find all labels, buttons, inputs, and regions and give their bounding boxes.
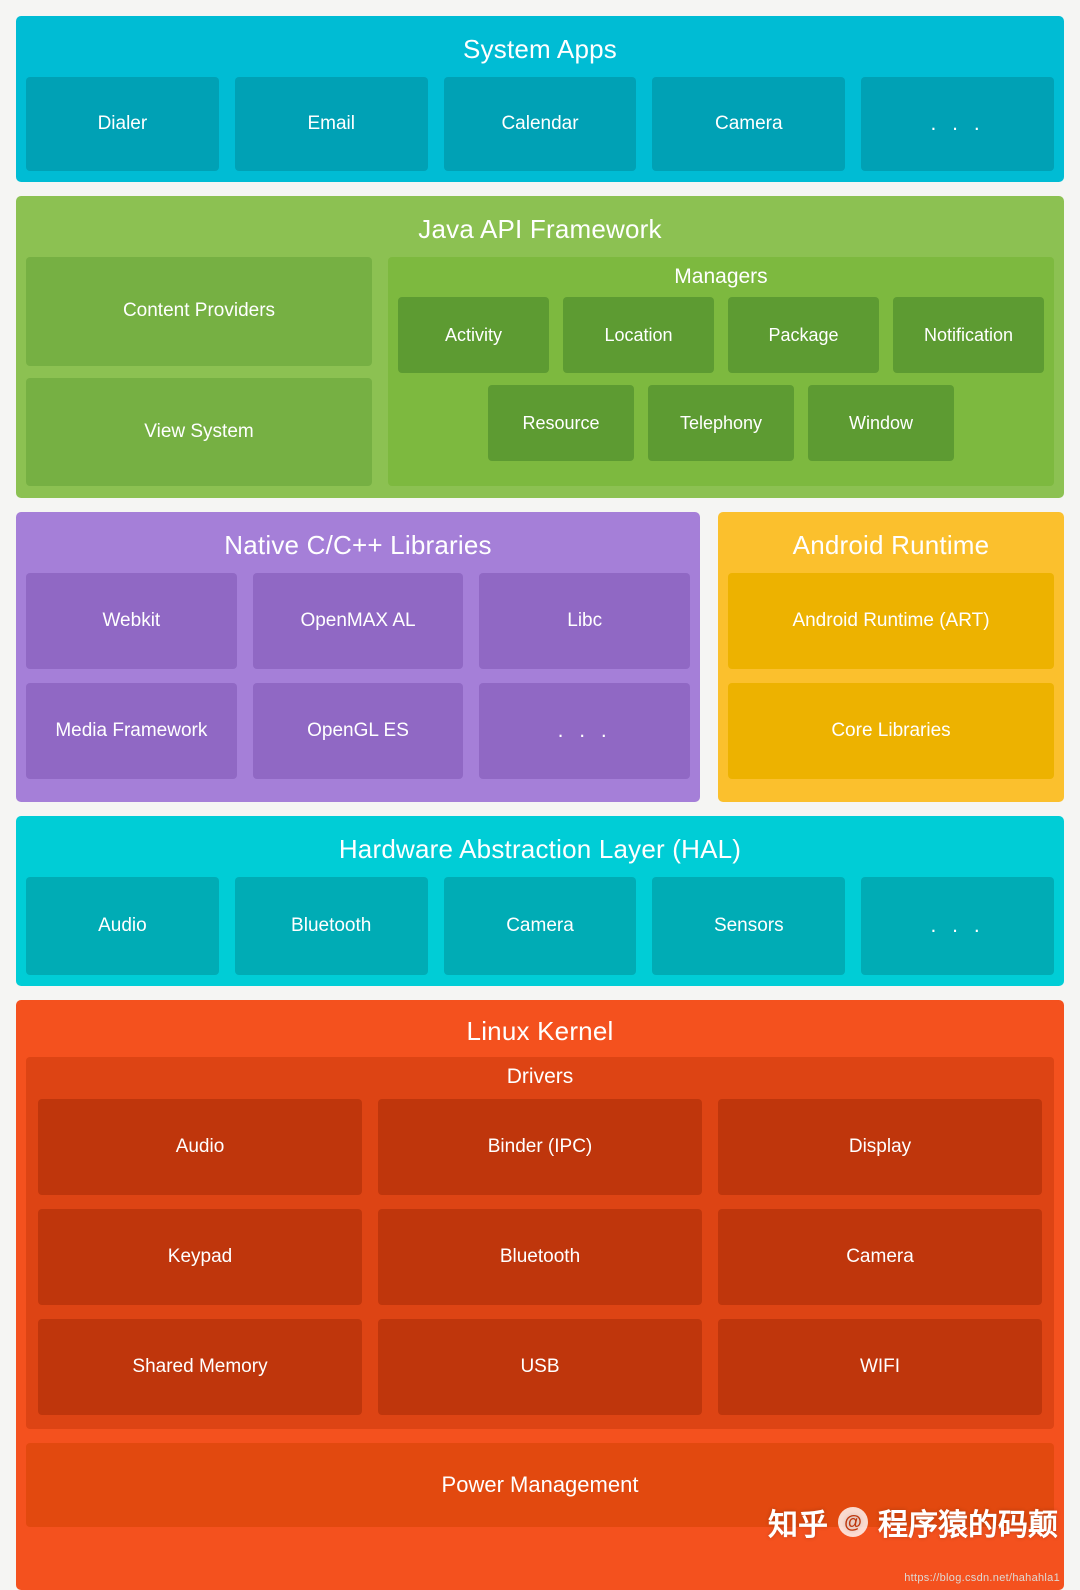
- managers-row-1: Activity Location Package Notification: [398, 297, 1044, 373]
- driver-audio[interactable]: Audio: [38, 1099, 362, 1195]
- layer-title-linux-kernel: Linux Kernel: [466, 1016, 614, 1046]
- android-runtime-core-libraries[interactable]: Core Libraries: [728, 683, 1054, 779]
- drivers-row-1: Audio Binder (IPC) Display: [38, 1099, 1042, 1195]
- hal-row: Audio Bluetooth Camera Sensors . . .: [26, 877, 1054, 975]
- layer-android-runtime: Android Runtime Android Runtime (ART) Co…: [718, 512, 1064, 802]
- driver-camera[interactable]: Camera: [718, 1209, 1042, 1305]
- hal-bluetooth[interactable]: Bluetooth: [234, 877, 428, 975]
- java-api-framework-body: Content Providers View System Managers A…: [26, 257, 1054, 486]
- drivers-title: Drivers: [506, 1065, 574, 1088]
- hal-audio[interactable]: Audio: [26, 877, 219, 975]
- content-providers-box[interactable]: Content Providers: [26, 257, 372, 366]
- native-lib-media-framework[interactable]: Media Framework: [26, 683, 237, 779]
- managers-row-2: Resource Telephony Window: [398, 385, 1044, 461]
- drivers-row-3: Shared Memory USB WIFI: [38, 1319, 1042, 1415]
- driver-display[interactable]: Display: [718, 1099, 1042, 1195]
- layer-system-apps: System Apps Dialer Email Calendar Camera…: [16, 16, 1064, 182]
- layer-title-system-apps: System Apps: [463, 34, 617, 64]
- driver-bluetooth[interactable]: Bluetooth: [378, 1209, 702, 1305]
- hal-more-ellipsis[interactable]: . . .: [861, 877, 1054, 975]
- driver-keypad[interactable]: Keypad: [38, 1209, 362, 1305]
- managers-title: Managers: [674, 265, 768, 288]
- native-libraries-row-2: Media Framework OpenGL ES . . .: [26, 683, 691, 779]
- system-apps-row: Dialer Email Calendar Camera . . .: [26, 77, 1054, 171]
- layer-title-java-api-framework: Java API Framework: [418, 214, 662, 244]
- layer-title-native-libraries: Native C/C++ Libraries: [224, 530, 492, 560]
- driver-wifi[interactable]: WIFI: [718, 1319, 1042, 1415]
- manager-package[interactable]: Package: [728, 297, 879, 373]
- architecture-diagram: System Apps Dialer Email Calendar Camera…: [0, 0, 1080, 1590]
- middle-layer-row: Native C/C++ Libraries Webkit OpenMAX AL…: [16, 512, 1064, 802]
- native-lib-openmax-al[interactable]: OpenMAX AL: [252, 573, 464, 669]
- manager-activity[interactable]: Activity: [398, 297, 549, 373]
- manager-notification[interactable]: Notification: [893, 297, 1044, 373]
- layer-linux-kernel: Linux Kernel Drivers Audio Binder (IPC) …: [16, 1000, 1064, 1590]
- native-lib-opengl-es[interactable]: OpenGL ES: [252, 683, 464, 779]
- native-libraries-row-1: Webkit OpenMAX AL Libc: [26, 573, 691, 669]
- manager-location[interactable]: Location: [563, 297, 714, 373]
- app-email[interactable]: Email: [234, 77, 428, 171]
- app-more-ellipsis[interactable]: . . .: [861, 77, 1054, 171]
- layer-java-api-framework: Java API Framework Content Providers Vie…: [16, 196, 1064, 498]
- manager-resource[interactable]: Resource: [488, 385, 634, 461]
- manager-window[interactable]: Window: [808, 385, 954, 461]
- hal-camera[interactable]: Camera: [443, 877, 637, 975]
- managers-group: Managers Activity Location Package Notif…: [388, 257, 1054, 486]
- hal-sensors[interactable]: Sensors: [652, 877, 846, 975]
- manager-telephony[interactable]: Telephony: [648, 385, 794, 461]
- layer-native-libraries: Native C/C++ Libraries Webkit OpenMAX AL…: [16, 512, 700, 802]
- drivers-row-2: Keypad Bluetooth Camera: [38, 1209, 1042, 1305]
- layer-title-hal: Hardware Abstraction Layer (HAL): [338, 834, 742, 864]
- app-dialer[interactable]: Dialer: [26, 77, 219, 171]
- app-camera[interactable]: Camera: [652, 77, 846, 171]
- layer-hal: Hardware Abstraction Layer (HAL) Audio B…: [16, 816, 1064, 986]
- java-api-framework-left-column: Content Providers View System: [26, 257, 372, 486]
- driver-shared-memory[interactable]: Shared Memory: [38, 1319, 362, 1415]
- driver-binder-ipc[interactable]: Binder (IPC): [378, 1099, 702, 1195]
- power-management-box[interactable]: Power Management: [26, 1443, 1054, 1527]
- android-runtime-row-1: Android Runtime (ART): [728, 573, 1054, 669]
- layer-title-android-runtime: Android Runtime: [792, 530, 990, 560]
- drivers-group: Drivers Audio Binder (IPC) Display Keypa…: [26, 1057, 1054, 1429]
- android-runtime-row-2: Core Libraries: [728, 683, 1054, 779]
- view-system-box[interactable]: View System: [26, 377, 372, 486]
- native-lib-libc[interactable]: Libc: [479, 573, 691, 669]
- native-lib-more-ellipsis[interactable]: . . .: [479, 683, 691, 779]
- app-calendar[interactable]: Calendar: [443, 77, 637, 171]
- driver-usb[interactable]: USB: [378, 1319, 702, 1415]
- native-lib-webkit[interactable]: Webkit: [26, 573, 237, 669]
- android-runtime-art[interactable]: Android Runtime (ART): [728, 573, 1054, 669]
